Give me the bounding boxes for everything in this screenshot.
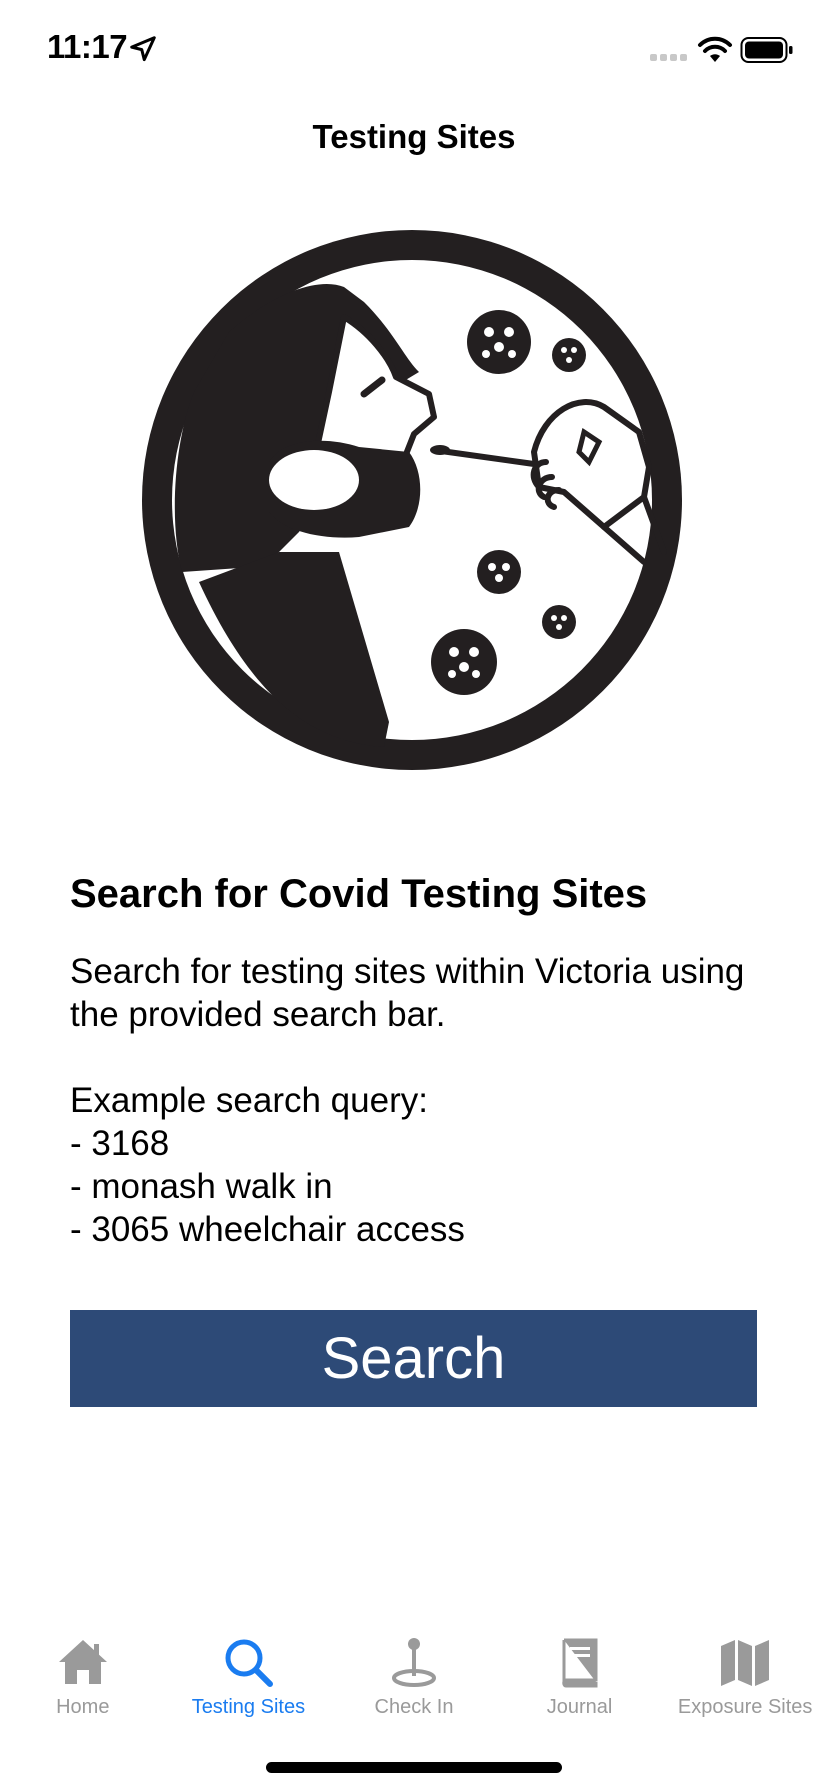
tab-label: Testing Sites	[191, 1696, 306, 1718]
content-section: Search for Covid Testing Sites Search fo…	[70, 868, 770, 1251]
examples-title: Example search query:	[70, 1081, 428, 1120]
tab-label: Check In	[374, 1696, 454, 1718]
book-icon	[561, 1638, 598, 1688]
status-bar: 11:17	[0, 0, 828, 100]
tab-journal[interactable]: Journal	[497, 1620, 663, 1720]
covid-swab-test-illustration	[142, 230, 682, 770]
home-indicator[interactable]	[266, 1762, 562, 1773]
example-item: - 3065 wheelchair access	[70, 1210, 465, 1249]
tab-home[interactable]: Home	[0, 1620, 166, 1720]
battery-icon	[740, 37, 793, 63]
section-heading: Search for Covid Testing Sites	[70, 872, 648, 916]
example-item: - 3168	[70, 1124, 170, 1163]
example-item: - monash walk in	[70, 1167, 333, 1206]
description-text: Search for testing sites within Victoria…	[70, 952, 745, 1034]
map-pin-icon	[391, 1638, 436, 1687]
tab-label: Journal	[546, 1696, 613, 1718]
status-time: 11:17	[47, 28, 128, 65]
tab-check-in[interactable]: Check In	[331, 1620, 497, 1720]
tab-bar: Home Testing Sites Check In Journal Expo…	[0, 1620, 828, 1720]
page-title: Testing Sites	[312, 118, 516, 155]
wifi-icon	[698, 36, 732, 62]
tab-exposure-sites[interactable]: Exposure Sites	[662, 1620, 828, 1720]
cellular-signal-icon	[650, 54, 687, 61]
magnifying-glass-icon	[225, 1639, 274, 1687]
search-button[interactable]: Search	[70, 1310, 757, 1407]
tab-label: Home	[56, 1696, 110, 1718]
house-icon	[58, 1640, 107, 1684]
location-arrow-icon	[130, 36, 156, 62]
examples-list: Example search query: - 3168 - monash wa…	[70, 1079, 770, 1251]
map-icon	[721, 1640, 770, 1686]
tab-testing-sites[interactable]: Testing Sites	[166, 1620, 332, 1720]
tab-label: Exposure Sites	[677, 1696, 813, 1718]
